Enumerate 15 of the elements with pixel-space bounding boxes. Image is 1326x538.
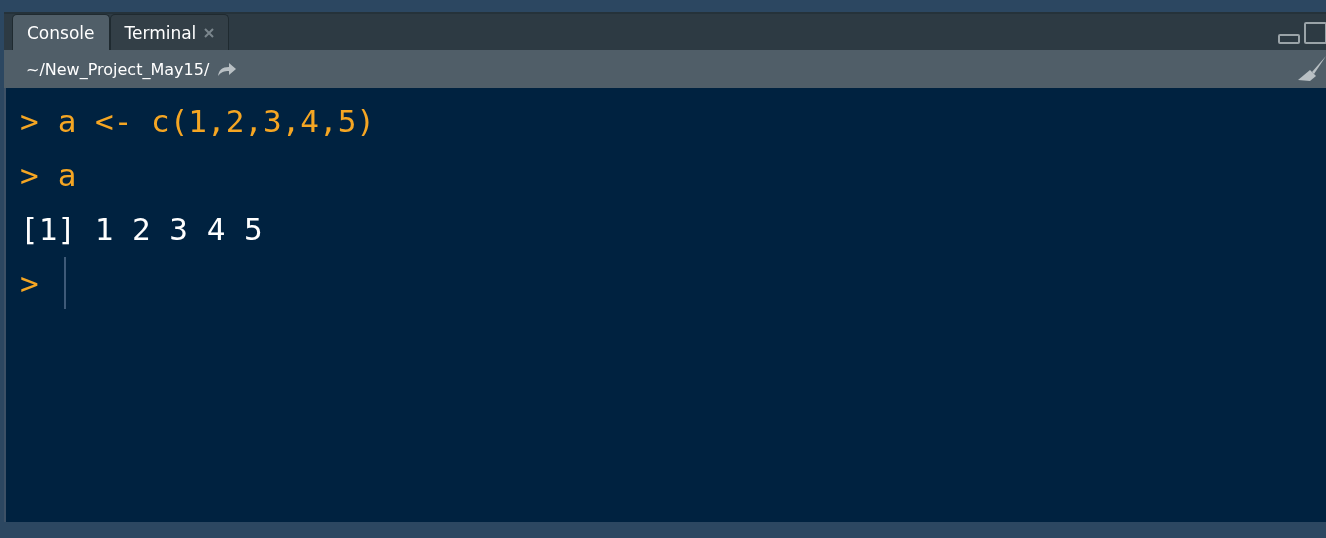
tab[interactable]: Terminal xyxy=(109,14,230,50)
command-text: a <- c(1,2,3,4,5) xyxy=(57,103,375,139)
prompt-symbol: > xyxy=(20,157,39,193)
tab[interactable]: Console xyxy=(12,14,110,50)
output-text: [1] 1 2 3 4 5 xyxy=(20,211,263,247)
text-cursor xyxy=(63,257,66,309)
close-icon[interactable] xyxy=(204,27,215,38)
broom-icon[interactable] xyxy=(1296,56,1326,82)
minimize-icon[interactable] xyxy=(1278,34,1300,44)
prompt-symbol: > xyxy=(20,265,39,301)
maximize-icon[interactable] xyxy=(1304,22,1326,44)
arrow-icon[interactable] xyxy=(217,61,238,77)
working-directory-path: ~/New_Project_May15/ xyxy=(26,59,210,79)
command-text: a xyxy=(57,157,77,193)
prompt-symbol: > xyxy=(20,103,39,139)
